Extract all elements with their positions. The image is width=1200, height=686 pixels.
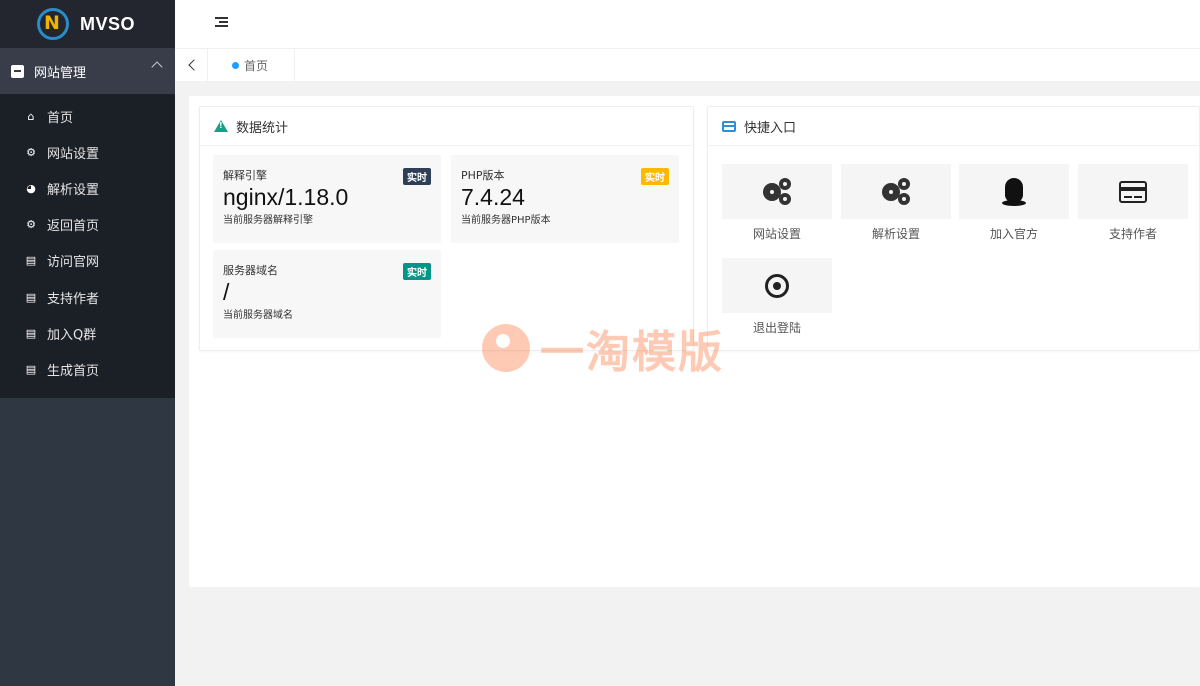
gears-icon: [762, 177, 792, 206]
tab-bar: 首页: [175, 49, 1200, 82]
sidebar-item-label: 返回首页: [47, 219, 100, 235]
menu-toggle-icon[interactable]: [215, 17, 228, 28]
tab-home[interactable]: 首页: [209, 49, 295, 82]
sidebar-item-visit-site[interactable]: ▤ 访问官网: [0, 243, 175, 279]
watermark-logo-icon: [482, 324, 530, 372]
qq-penguin-icon: [1002, 177, 1026, 206]
sidebar-item-label: 网站设置: [47, 146, 100, 162]
sidebar: MVSO 网站管理 ⌂ 首页 ⚙ 网站设置 ◕ 解析设置 ⚙ 返回首页 ▤ 访问…: [0, 0, 175, 686]
dashboard-icon: ◕: [26, 181, 36, 195]
stat-label: PHP版本: [461, 169, 505, 182]
menu-group-label: 网站管理: [34, 65, 87, 81]
credit-card-icon: [722, 120, 736, 132]
credit-card-icon: [1119, 180, 1147, 203]
realtime-badge: 实时: [403, 168, 431, 185]
sidebar-item-label: 访问官网: [47, 255, 100, 271]
stat-desc: 当前服务器域名: [223, 310, 293, 321]
stats-card-header: 数据统计: [200, 107, 693, 146]
sidebar-item-generate-home[interactable]: ▤ 生成首页: [0, 351, 175, 387]
watermark-text: 一淘模版: [540, 327, 724, 378]
quick-join-official[interactable]: 加入官方: [959, 164, 1069, 242]
file-icon: ▤: [25, 290, 37, 304]
stat-desc: 当前服务器PHP版本: [461, 215, 551, 226]
quick-label: 解析设置: [871, 227, 920, 241]
menu-group-site-management[interactable]: 网站管理: [0, 48, 175, 94]
stat-domain: 服务器域名 实时 / 当前服务器域名: [213, 250, 441, 338]
sidebar-item-parse-settings[interactable]: ◕ 解析设置: [0, 170, 175, 206]
sidebar-item-home[interactable]: ⌂ 首页: [0, 98, 175, 134]
quick-logout[interactable]: 退出登陆: [722, 258, 832, 336]
file-icon: ▤: [25, 362, 37, 376]
quick-support-author[interactable]: 支持作者: [1078, 164, 1188, 242]
quick-label: 退出登陆: [752, 321, 801, 335]
stat-desc: 当前服务器解释引擎: [223, 215, 313, 226]
quick-entry-card: 快捷入口 网站设置 解析设置 加入官方 支持作者 退出登陆: [707, 106, 1200, 351]
stat-label: 服务器域名: [223, 264, 278, 277]
chevron-up-icon: [151, 61, 163, 73]
sidebar-item-label: 首页: [47, 110, 74, 126]
realtime-badge: 实时: [641, 168, 669, 185]
file-icon: ▤: [25, 254, 37, 268]
realtime-badge: 实时: [403, 263, 431, 280]
logo-icon: [37, 8, 69, 40]
warning-icon: [214, 120, 228, 132]
home-icon: ⌂: [27, 109, 35, 123]
quick-entry-header: 快捷入口: [708, 107, 1199, 146]
tab-label: 首页: [244, 59, 269, 73]
quick-label: 网站设置: [752, 227, 801, 241]
sidebar-item-label: 解析设置: [47, 182, 100, 198]
brand-name: MVSO: [80, 13, 136, 34]
stat-value: 7.4.24: [461, 184, 525, 210]
file-icon: ▤: [25, 326, 37, 340]
sidebar-item-label: 生成首页: [47, 363, 100, 379]
sidebar-item-back-home[interactable]: ⚙ 返回首页: [0, 207, 175, 243]
bookmark-icon: [11, 64, 24, 78]
stats-card-title: 数据统计: [236, 120, 289, 136]
logo[interactable]: MVSO: [0, 0, 175, 48]
stats-card: 数据统计 解释引擎 实时 nginx/1.18.0 当前服务器解释引擎 PHP版…: [199, 106, 694, 351]
stat-value: /: [223, 279, 230, 305]
settings-icon: ⚙: [26, 145, 36, 159]
sidebar-item-support-author[interactable]: ▤ 支持作者: [0, 279, 175, 315]
top-header: [175, 0, 1200, 49]
watermark: 一淘模版: [482, 316, 724, 380]
quick-label: 加入官方: [989, 227, 1038, 241]
quick-site-settings[interactable]: 网站设置: [722, 164, 832, 242]
stat-value: nginx/1.18.0: [223, 184, 349, 210]
dot-circle-icon: [765, 273, 789, 298]
sidebar-item-join-group[interactable]: ▤ 加入Q群: [0, 315, 175, 351]
sidebar-item-site-settings[interactable]: ⚙ 网站设置: [0, 134, 175, 170]
gears-icon: [881, 177, 911, 206]
quick-entry-title: 快捷入口: [744, 120, 797, 136]
stat-label: 解释引擎: [223, 169, 267, 182]
stat-engine: 解释引擎 实时 nginx/1.18.0 当前服务器解释引擎: [213, 155, 441, 243]
quick-label: 支持作者: [1108, 227, 1157, 241]
chevron-left-icon[interactable]: [175, 49, 208, 82]
stat-php-version: PHP版本 实时 7.4.24 当前服务器PHP版本: [451, 155, 679, 243]
quick-parse-settings[interactable]: 解析设置: [841, 164, 951, 242]
sidebar-item-label: 支持作者: [47, 291, 100, 307]
sidebar-item-label: 加入Q群: [47, 327, 97, 343]
cogs-icon: ⚙: [26, 218, 36, 232]
submenu: ⌂ 首页 ⚙ 网站设置 ◕ 解析设置 ⚙ 返回首页 ▤ 访问官网 ▤ 支持作者 …: [0, 94, 175, 398]
active-dot-icon: [232, 62, 239, 69]
